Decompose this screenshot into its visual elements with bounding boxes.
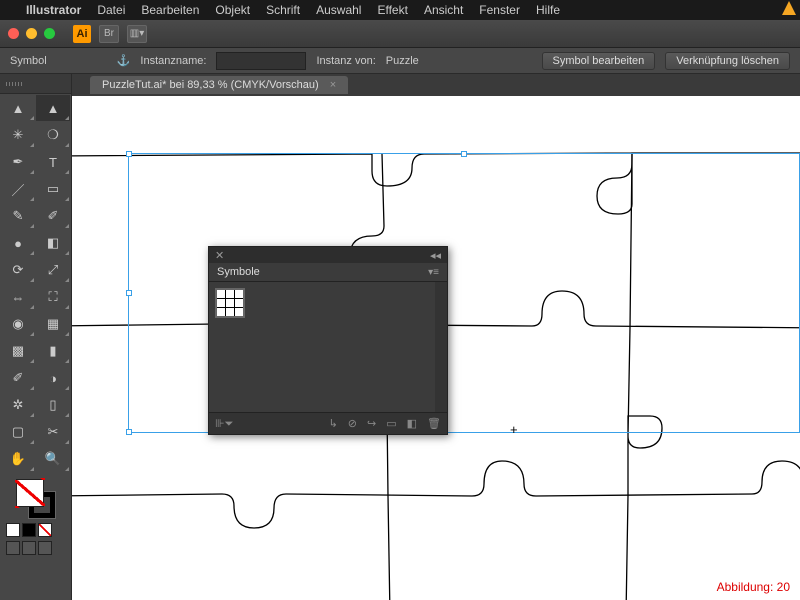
panel-head[interactable]: ✕ ◂◂: [209, 247, 447, 263]
symbols-panel[interactable]: ✕ ◂◂ Symbole ▾≡ ⊪⏷ ↳ ⊘ ↪ ▭: [208, 246, 448, 435]
shape-builder-tool[interactable]: ◉: [1, 311, 35, 337]
app-name[interactable]: Illustrator: [26, 3, 81, 17]
delete-link-button[interactable]: Verknüpfung löschen: [665, 52, 790, 70]
document-area: PuzzleTut.ai* bei 89,33 % (CMYK/Vorschau…: [72, 74, 800, 600]
screen-mode-row: [6, 541, 65, 555]
panel-break-icon[interactable]: ⊘: [348, 417, 357, 430]
document-tab[interactable]: PuzzleTut.ai* bei 89,33 % (CMYK/Vorschau…: [90, 76, 348, 94]
pencil-tool[interactable]: ✐: [36, 203, 70, 229]
figure-label: Abbildung: 20: [717, 580, 790, 594]
fill-swatch[interactable]: [16, 479, 44, 507]
panel-library-icon[interactable]: ⊪⏷: [215, 417, 233, 431]
column-graph-tool[interactable]: ▯: [36, 392, 70, 418]
panel-collapse-icon[interactable]: ◂◂: [430, 249, 441, 262]
panel-place-icon[interactable]: ↳: [329, 417, 338, 430]
hand-tool[interactable]: ✋: [1, 446, 35, 472]
instance-of-value: Puzzle: [386, 55, 419, 67]
mesh-tool[interactable]: ▩: [1, 338, 35, 364]
magic-wand-tool[interactable]: ✳: [1, 122, 35, 148]
panel-title: Symbole: [217, 266, 260, 278]
color-none[interactable]: [38, 523, 52, 537]
document-tabbar: PuzzleTut.ai* bei 89,33 % (CMYK/Vorschau…: [72, 74, 800, 96]
panel-tab[interactable]: Symbole ▾≡: [209, 263, 447, 282]
menu-hilfe[interactable]: Hilfe: [536, 3, 560, 17]
close-tab-icon[interactable]: ×: [330, 79, 336, 91]
edit-symbol-button[interactable]: Symbol bearbeiten: [542, 52, 656, 70]
panel-new-icon[interactable]: ▭: [386, 417, 396, 430]
menu-effekt[interactable]: Effekt: [377, 3, 407, 17]
fill-stroke-control[interactable]: [16, 479, 56, 519]
direct-selection-tool[interactable]: ▲: [36, 95, 70, 121]
rotate-tool[interactable]: ⟳: [1, 257, 35, 283]
menu-schrift[interactable]: Schrift: [266, 3, 300, 17]
blob-brush-tool[interactable]: ●: [1, 230, 35, 256]
mode-label: Symbol: [10, 55, 47, 67]
color-white[interactable]: [6, 523, 20, 537]
scale-tool[interactable]: ⤢: [36, 257, 70, 283]
draw-normal[interactable]: [6, 541, 20, 555]
menu-bearbeiten[interactable]: Bearbeiten: [141, 3, 199, 17]
toolbox: ▲▲✳❍✒T／▭✎✐●◧⟳⤢⇔⛶◉▦▩▮✐◑✲▯▢✂✋🔍: [0, 74, 72, 600]
color-black[interactable]: [22, 523, 36, 537]
lasso-tool[interactable]: ❍: [36, 122, 70, 148]
free-transform-tool[interactable]: ⛶: [36, 284, 70, 310]
selection-handle-n[interactable]: [461, 151, 467, 157]
menu-fenster[interactable]: Fenster: [479, 3, 520, 17]
selection-handle-sw[interactable]: [126, 429, 132, 435]
symbol-thumbnail[interactable]: [215, 288, 245, 318]
menu-ansicht[interactable]: Ansicht: [424, 3, 463, 17]
paintbrush-tool[interactable]: ✎: [1, 203, 35, 229]
close-window-button[interactable]: [8, 28, 19, 39]
minimize-window-button[interactable]: [26, 28, 37, 39]
notification-icon[interactable]: [782, 1, 796, 15]
instance-name-input[interactable]: [216, 52, 306, 70]
panel-trash-icon[interactable]: 🗑: [427, 417, 441, 430]
panel-menu-icon[interactable]: ▾≡: [428, 267, 439, 278]
traffic-lights: [8, 28, 55, 39]
macos-menubar: Illustrator Datei Bearbeiten Objekt Schr…: [0, 0, 800, 20]
perspective-grid-tool[interactable]: ▦: [36, 311, 70, 337]
menu-objekt[interactable]: Objekt: [215, 3, 250, 17]
draw-behind[interactable]: [22, 541, 36, 555]
panel-options-icon[interactable]: ↪: [367, 417, 376, 430]
window-titlebar: Ai Br ▥▾: [0, 20, 800, 48]
anchor-icon: ⚓: [117, 54, 131, 67]
artboard-tool[interactable]: ▢: [1, 419, 35, 445]
pen-tool[interactable]: ✒: [1, 149, 35, 175]
selection-handle-w[interactable]: [126, 290, 132, 296]
maximize-window-button[interactable]: [44, 28, 55, 39]
rectangle-tool[interactable]: ▭: [36, 176, 70, 202]
eraser-tool[interactable]: ◧: [36, 230, 70, 256]
menu-auswahl[interactable]: Auswahl: [316, 3, 361, 17]
control-bar: Symbol ⚓ Instanzname: Instanz von: Puzzl…: [0, 48, 800, 74]
menu-datei[interactable]: Datei: [97, 3, 125, 17]
bridge-button[interactable]: Br: [99, 25, 119, 43]
canvas[interactable]: + Abbildung: 20 ✕ ◂◂ Symbole ▾≡ ⊪⏷: [72, 96, 800, 600]
color-mode-row: [6, 523, 65, 537]
type-tool[interactable]: T: [36, 149, 70, 175]
selection-tool[interactable]: ▲: [1, 95, 35, 121]
draw-inside[interactable]: [38, 541, 52, 555]
panel-close-icon[interactable]: ✕: [215, 249, 224, 262]
toolbox-grip[interactable]: [0, 74, 71, 94]
instance-name-label: Instanzname:: [140, 55, 206, 67]
symbol-sprayer-tool[interactable]: ✲: [1, 392, 35, 418]
document-tab-label: PuzzleTut.ai* bei 89,33 % (CMYK/Vorschau…: [102, 79, 319, 91]
panel-footer: ⊪⏷ ↳ ⊘ ↪ ▭ ◧ 🗑: [209, 412, 447, 434]
line-tool[interactable]: ／: [1, 176, 35, 202]
panel-body[interactable]: [209, 282, 447, 412]
eyedropper-tool[interactable]: ✐: [1, 365, 35, 391]
selection-handle-nw[interactable]: [126, 151, 132, 157]
illustrator-logo: Ai: [73, 25, 91, 43]
arrange-button[interactable]: ▥▾: [127, 25, 147, 43]
panel-duplicate-icon[interactable]: ◧: [407, 417, 417, 430]
gradient-tool[interactable]: ▮: [36, 338, 70, 364]
blend-tool[interactable]: ◑: [36, 365, 70, 391]
instance-of-label: Instanz von:: [316, 55, 375, 67]
slice-tool[interactable]: ✂: [36, 419, 70, 445]
width-tool[interactable]: ⇔: [1, 284, 35, 310]
zoom-tool[interactable]: 🔍: [36, 446, 70, 472]
